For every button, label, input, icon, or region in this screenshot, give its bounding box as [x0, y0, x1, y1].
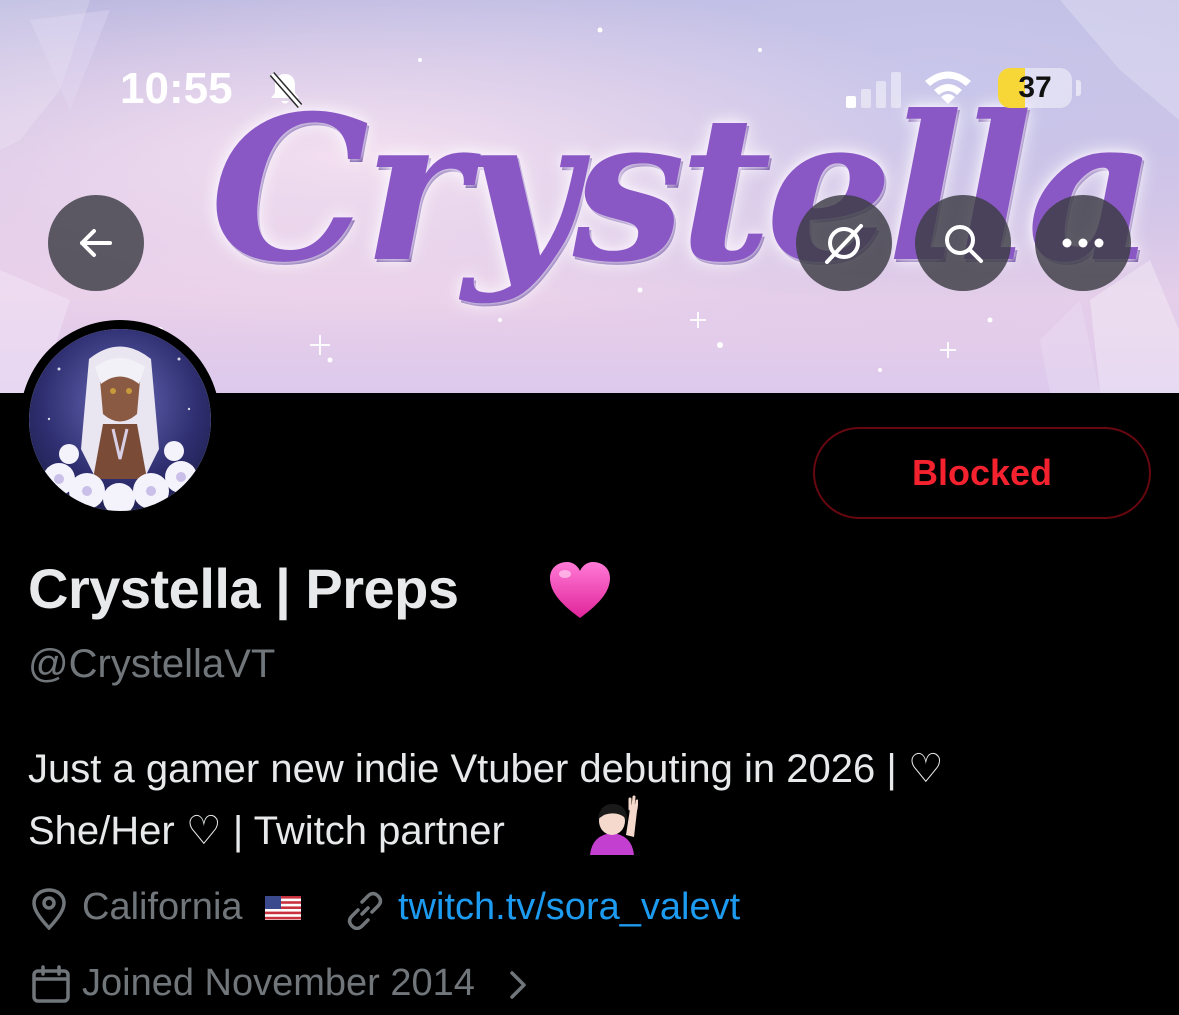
joined-date[interactable]: Joined November 2014: [82, 962, 475, 1005]
link-icon: [344, 890, 386, 935]
pink-heart-emoji: [548, 560, 612, 625]
cellular-signal-icon: [846, 72, 906, 113]
username-handle: @CrystellaVT: [28, 642, 276, 686]
avatar[interactable]: [29, 329, 211, 511]
us-flag-icon: [265, 896, 301, 920]
wifi-icon: [922, 68, 974, 113]
battery-icon: 37: [998, 68, 1072, 108]
profile-banner[interactable]: Crystella: [0, 0, 1179, 393]
blocked-button[interactable]: Blocked: [813, 427, 1151, 519]
website-link[interactable]: twitch.tv/sora_valevt: [398, 886, 740, 929]
calendar-icon: [31, 964, 71, 1009]
more-horizontal-icon: [1062, 238, 1104, 248]
search-icon: [945, 225, 983, 263]
arrow-left-icon: [80, 229, 112, 257]
location-icon: [30, 888, 68, 935]
avatar-illustration: [29, 329, 211, 511]
chevron-right-icon[interactable]: [506, 968, 530, 1007]
grok-button[interactable]: [796, 195, 892, 291]
battery-percentage: 37: [1018, 71, 1052, 104]
bio-line-1: Just a gamer new indie Vtuber debuting i…: [28, 747, 944, 791]
battery-tip: [1076, 80, 1081, 96]
display-name: Crystella | Preps: [28, 557, 459, 620]
bell-slash-icon: [264, 68, 306, 115]
location-text: California: [82, 886, 243, 928]
status-time: 10:55: [120, 64, 233, 113]
person-raising-hand-emoji: [586, 795, 639, 862]
grok-icon: [825, 224, 863, 264]
more-options-button[interactable]: [1035, 195, 1131, 291]
back-button[interactable]: [48, 195, 144, 291]
search-button[interactable]: [915, 195, 1011, 291]
